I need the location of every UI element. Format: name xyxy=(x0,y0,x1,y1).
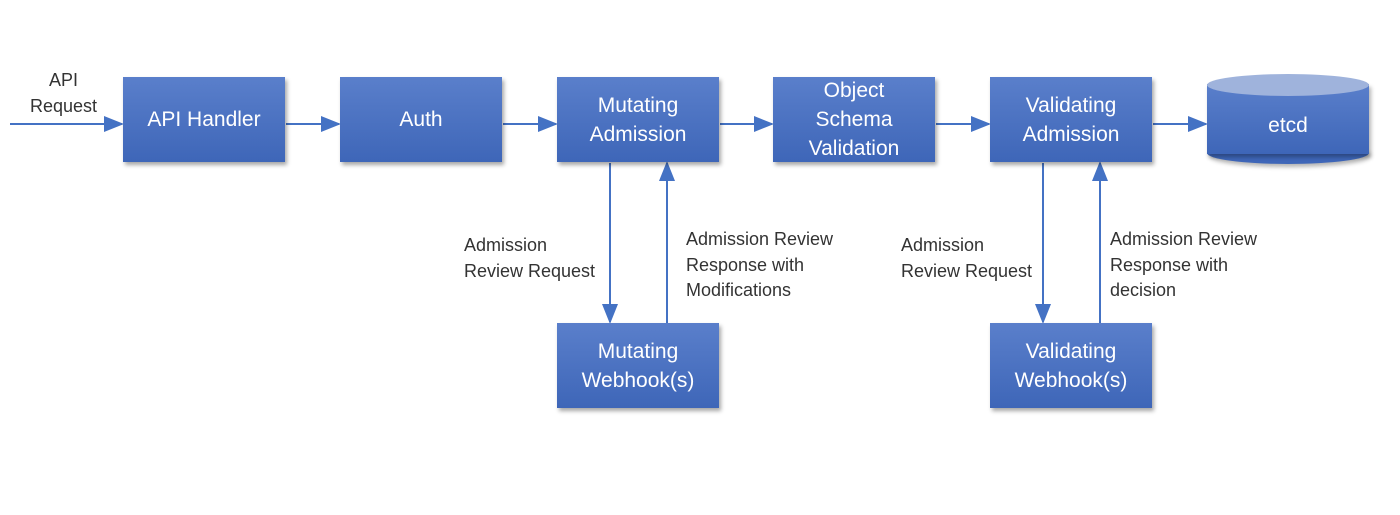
etcd-cylinder: etcd xyxy=(1207,74,1369,164)
api-request-label: API Request xyxy=(30,70,98,116)
object-schema-validation-box: Object Schema Validation xyxy=(773,77,935,162)
mutating-admission-box: Mutating Admission xyxy=(557,77,719,162)
mutating-request-label: Admission Review Request xyxy=(464,235,596,281)
auth-box: Auth xyxy=(340,77,502,162)
validating-request-label: Admission Review Request xyxy=(901,235,1033,281)
etcd-label: etcd xyxy=(1268,114,1308,137)
mutating-webhook-box: Mutating Webhook(s) xyxy=(557,323,719,408)
validating-admission-box: Validating Admission xyxy=(990,77,1152,162)
mutating-response-label: Admission Review Response with Modificat… xyxy=(686,229,834,300)
admission-flow-diagram: API Request API Handler Auth Mutating Ad… xyxy=(0,0,1400,515)
validating-webhook-box: Validating Webhook(s) xyxy=(990,323,1152,408)
api-handler-box: API Handler xyxy=(123,77,285,162)
validating-response-label: Admission Review Response with decision xyxy=(1110,229,1258,300)
